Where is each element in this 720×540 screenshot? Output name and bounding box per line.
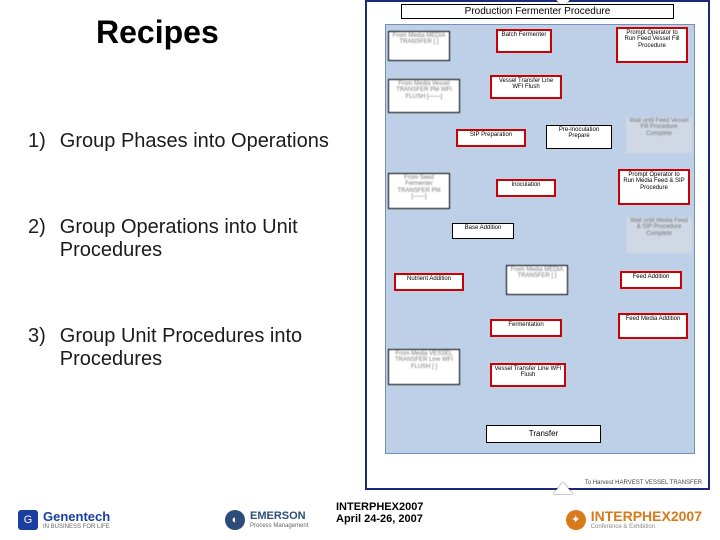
box-media-transfer-2: From Media MEDIA TRANSFER [ ] (506, 265, 568, 295)
list-item: 3) Group Unit Procedures into Procedures (28, 325, 358, 372)
box-transfer: Transfer (486, 425, 601, 443)
box-wait-media: Wait until Media Feed & SIP Procedure Co… (626, 217, 692, 253)
box-vessel-transfer-1: Vessel Transfer Line WFI Flush (490, 75, 562, 99)
procedure-diagram: Production Fermenter Procedure From Medi… (365, 0, 710, 490)
box-feed-media-addition: Feed Media Addition (618, 313, 688, 339)
diagram-body: From Media MEDIA TRANSFER [ ] Batch Ferm… (385, 24, 695, 454)
box-fermentation: Fermentation (490, 319, 562, 337)
box-from-media-vessel: From Media Vessel TRANSFER PM WFI FLUSH … (388, 79, 460, 113)
item-text: Group Phases into Operations (60, 130, 329, 154)
logo-text: INTERPHEX2007 (591, 508, 702, 524)
box-media-transfer-1: From Media MEDIA TRANSFER [ ] (388, 31, 450, 61)
logo-text: Genentech (43, 509, 110, 524)
logo-text: EMERSON (250, 510, 306, 522)
box-prompt-operator-2: Prompt Operator to Run Media Feed & SIP … (618, 169, 690, 205)
bullet-list: 1) Group Phases into Operations 2) Group… (28, 130, 358, 434)
box-from-media-vessel-2: From Media VESSEL TRANSFER Line WFI FLUS… (388, 349, 460, 385)
logo-tag: IN BUSINESS FOR LIFE (43, 524, 110, 530)
box-pre-inoculation: Pre-Inoculation Prepare (546, 125, 612, 149)
box-sip-prep: SIP Preparation (456, 129, 526, 147)
emerson-icon: ◐ (225, 510, 245, 530)
list-item: 2) Group Operations into Unit Procedures (28, 216, 358, 263)
box-batch-fermenter: Batch Fermenter (496, 29, 552, 53)
box-prompt-operator-1: Prompt Operator to Run Feed Vessel Fill … (616, 27, 688, 63)
logo-genentech: G Genentech IN BUSINESS FOR LIFE (18, 510, 110, 530)
conf-name: INTERPHEX2007 (336, 501, 423, 514)
logo-emerson: ◐ EMERSON Process Management (225, 510, 308, 530)
box-from-seed: From Seed Fermenter TRANSFER PM [——] (388, 173, 450, 209)
box-nutrient-addition: Nutrient Addition (394, 273, 464, 291)
item-text: Group Unit Procedures into Procedures (60, 325, 358, 372)
item-number: 2) (28, 216, 46, 239)
genentech-icon: G (18, 510, 38, 530)
item-text: Group Operations into Unit Procedures (60, 216, 358, 263)
footer: G Genentech IN BUSINESS FOR LIFE ◐ EMERS… (0, 486, 720, 540)
list-item: 1) Group Phases into Operations (28, 130, 358, 154)
logo-interphex: ✦ INTERPHEX2007 Conference & Exhibition (566, 509, 702, 530)
conf-date: April 24-26, 2007 (336, 513, 423, 526)
logo-tag: Process Management (250, 523, 308, 529)
box-base-addition: Base Addition (452, 223, 514, 239)
item-number: 1) (28, 130, 46, 153)
diagram-title: Production Fermenter Procedure (401, 4, 674, 19)
box-vessel-transfer-2: Vessel Transfer Line WFI Flush (490, 363, 566, 387)
conference-info: INTERPHEX2007 April 24-26, 2007 (336, 501, 423, 526)
box-wait-feed: Wait until Feed Vessel Fill Procedure Co… (626, 117, 692, 153)
interphex-icon: ✦ (566, 510, 586, 530)
item-number: 3) (28, 325, 46, 348)
slide-title: Recipes (96, 14, 219, 51)
logo-tag: Conference & Exhibition (591, 524, 702, 530)
box-feed-addition: Feed Addition (620, 271, 682, 289)
box-inoculation: Inoculation (496, 179, 556, 197)
